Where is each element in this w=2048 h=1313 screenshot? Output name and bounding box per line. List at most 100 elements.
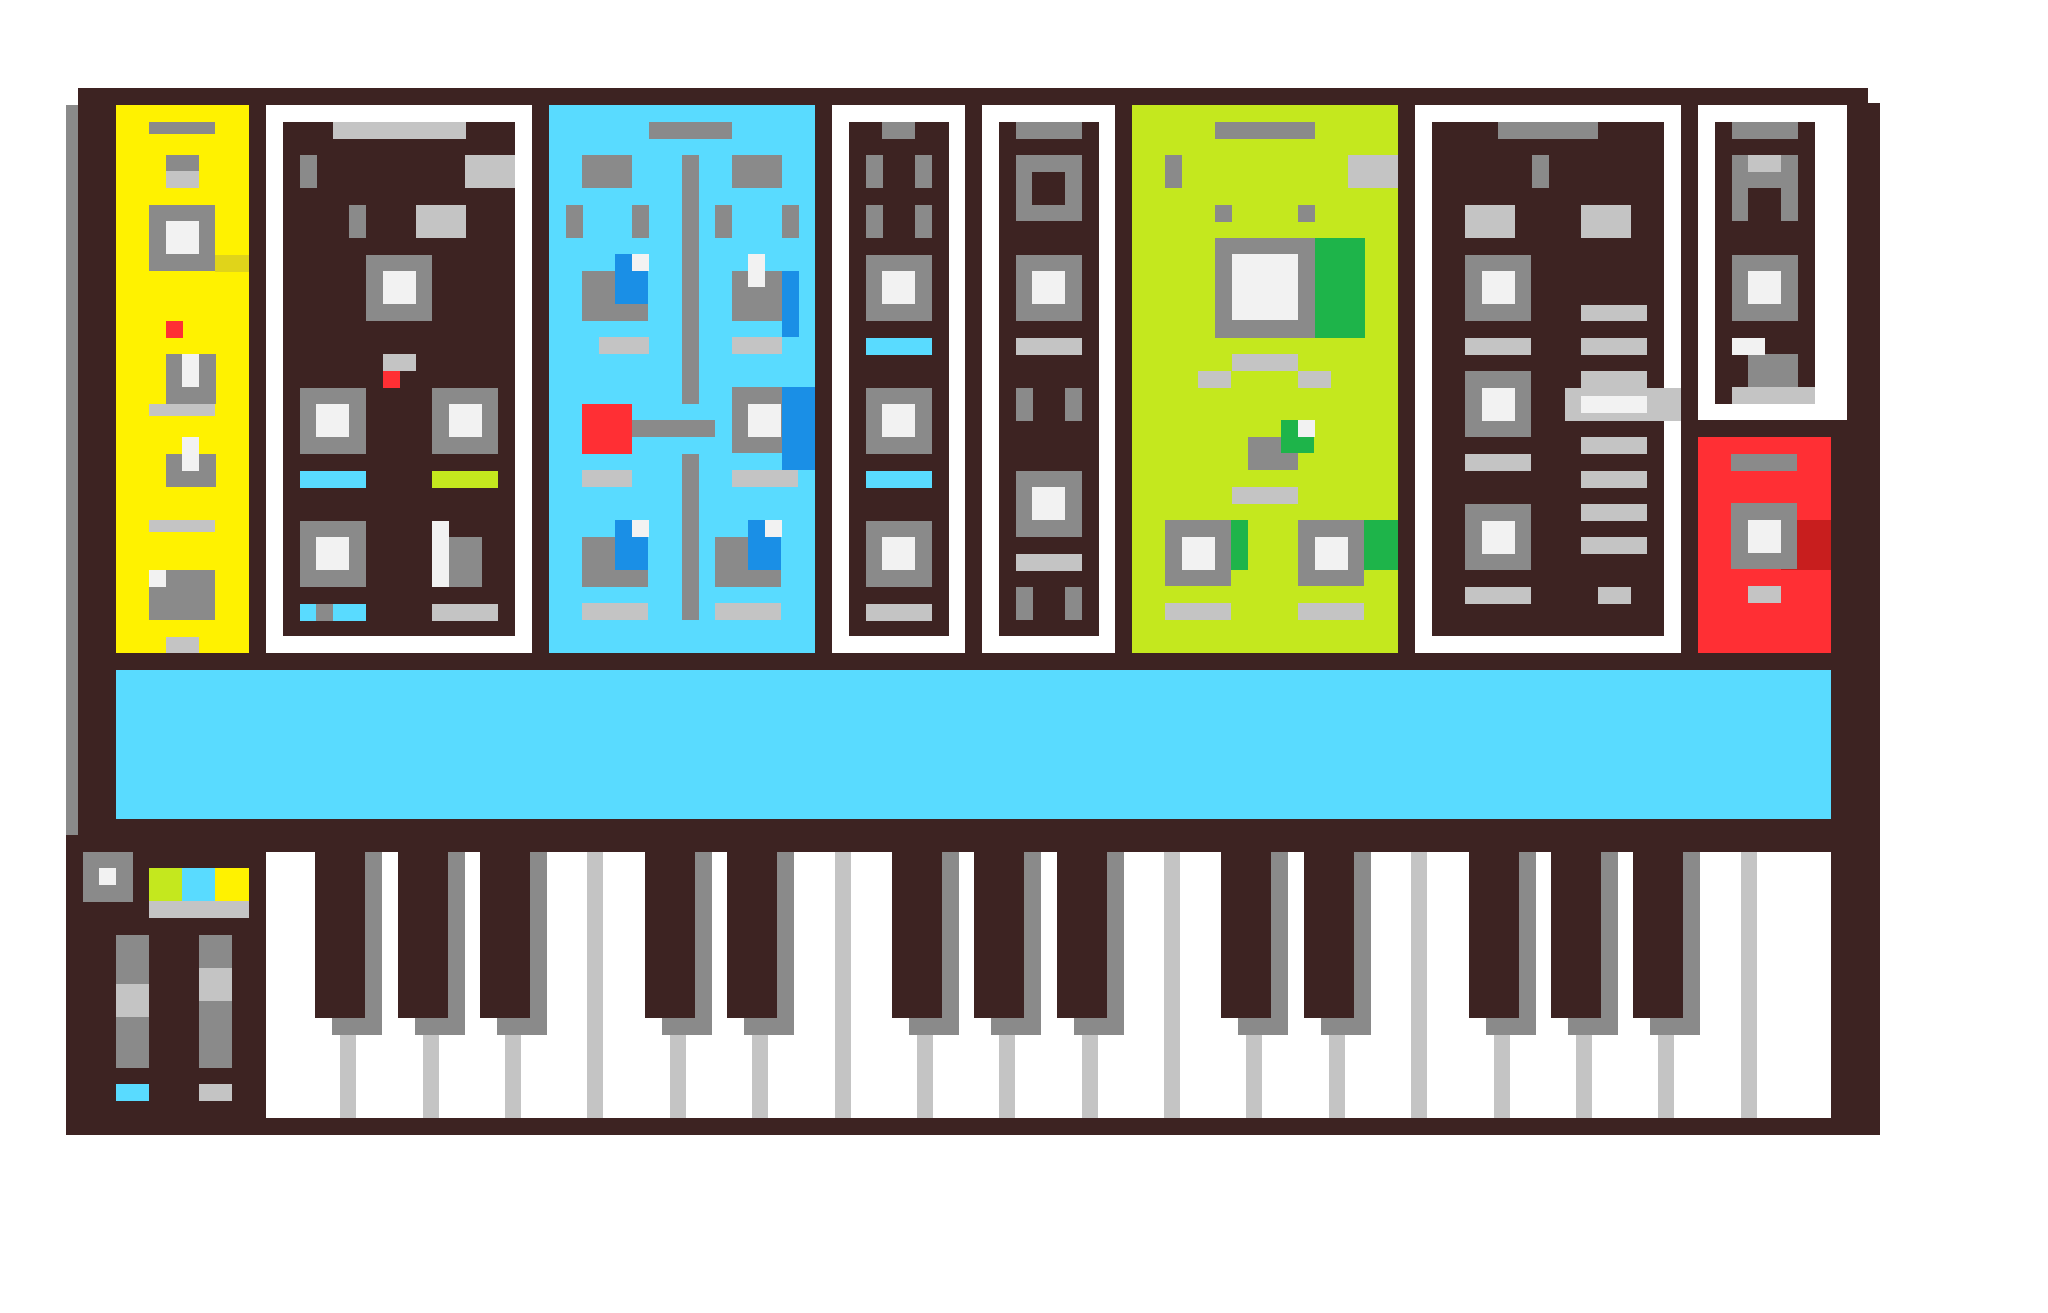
label-bar (1016, 338, 1082, 355)
black-key[interactable] (1633, 852, 1684, 1018)
switch-icon[interactable] (1748, 354, 1798, 387)
level-meter-bar (1581, 504, 1647, 521)
knob-icon-face (1032, 487, 1065, 520)
black-key[interactable] (891, 852, 942, 1018)
label-bar (582, 470, 632, 487)
module-noise (982, 105, 1115, 653)
switch-lever-tip (632, 520, 649, 537)
switch-icon[interactable] (1016, 587, 1033, 620)
level-meter-bar (1581, 537, 1647, 554)
knob-icon-face (882, 537, 915, 570)
knob-icon-face (99, 868, 116, 885)
switch-icon[interactable] (1532, 155, 1549, 188)
white-key[interactable] (1411, 852, 1428, 1118)
white-key[interactable] (587, 852, 604, 1118)
switch-icon[interactable] (1465, 205, 1515, 238)
black-key[interactable] (1468, 852, 1519, 1018)
red-patch-button[interactable] (582, 404, 632, 454)
switch-icon[interactable] (866, 205, 883, 238)
module-title-bar (1215, 122, 1315, 139)
mod-wheel-icon[interactable] (199, 935, 232, 1068)
switch-lever-tip (632, 254, 649, 271)
module-oscillator-bank-1 (266, 105, 532, 653)
label-bar (432, 604, 498, 621)
label-bar (1165, 603, 1231, 620)
black-key[interactable] (1221, 852, 1272, 1018)
switch-icon[interactable] (465, 155, 515, 188)
switch-icon[interactable] (1581, 205, 1631, 238)
switch-icon[interactable] (1016, 388, 1033, 421)
color-swatch-yellow[interactable] (215, 868, 249, 901)
arch-selector-gap (1748, 188, 1781, 221)
switch-icon[interactable] (915, 205, 932, 238)
black-key[interactable] (1056, 852, 1107, 1018)
label-bar (582, 603, 648, 620)
switch-icon[interactable] (1348, 155, 1398, 188)
label-bar (1232, 487, 1298, 504)
switch-icon-cap (166, 171, 199, 188)
black-key[interactable] (727, 852, 778, 1018)
label-bar (166, 637, 199, 653)
switch-icon[interactable] (1065, 388, 1082, 421)
knob-icon-face (882, 271, 915, 304)
black-key[interactable] (1303, 852, 1354, 1018)
swatch-shelf (149, 901, 249, 918)
knob-icon-face (449, 404, 482, 437)
switch-icon[interactable] (782, 205, 799, 238)
switch-icon[interactable] (732, 155, 782, 188)
label-bar (715, 603, 781, 620)
label-bar (1598, 587, 1631, 604)
knob-icon-face (166, 221, 199, 254)
switch-lever (182, 437, 199, 471)
slider-icon-handle (449, 537, 482, 587)
label-bar-cyan (866, 338, 932, 355)
white-key[interactable] (834, 852, 851, 1118)
label-bar-cyan (116, 1084, 149, 1101)
color-swatch-lime[interactable] (149, 868, 182, 901)
switch-icon[interactable] (1065, 587, 1082, 620)
center-patch-line (682, 454, 699, 620)
switch-icon[interactable] (566, 205, 583, 238)
black-key[interactable] (480, 852, 531, 1018)
black-key[interactable] (397, 852, 448, 1018)
switch-icon[interactable] (1165, 155, 1182, 188)
white-key[interactable] (1740, 852, 1757, 1118)
switch-icon[interactable] (915, 155, 932, 188)
switch-icon[interactable] (632, 205, 649, 238)
black-key[interactable] (315, 852, 366, 1018)
label-bar (1232, 354, 1298, 371)
knob-icon-face (1748, 271, 1781, 304)
synth-body-right-lip (1850, 103, 1880, 835)
switch-lever (182, 354, 199, 387)
switch-icon[interactable] (300, 155, 317, 188)
module-inner (1432, 122, 1681, 636)
switch-icon[interactable] (715, 205, 732, 238)
label-bar-cyan (300, 471, 366, 488)
switch-icon[interactable] (582, 155, 632, 188)
switch-icon[interactable] (416, 205, 466, 238)
center-patch-line (682, 155, 699, 404)
white-key[interactable] (1164, 852, 1181, 1118)
switch-icon[interactable] (349, 205, 366, 238)
label-bar (1298, 371, 1331, 388)
module-oscillator-3 (832, 105, 965, 653)
module-title-bar (1731, 454, 1797, 471)
module-inner (1715, 122, 1815, 404)
module-oscillator-bank-2 (549, 105, 815, 653)
black-key[interactable] (974, 852, 1025, 1018)
module-inner (283, 122, 515, 636)
switch-icon[interactable] (866, 155, 883, 188)
module-filter (1132, 105, 1398, 653)
knob-icon-face (1315, 537, 1348, 570)
module-title-bar (649, 122, 732, 139)
label-bar (732, 337, 782, 354)
switch-icon[interactable] (1215, 205, 1232, 222)
knob-icon-face (748, 404, 781, 437)
ribbon-controller[interactable] (116, 670, 1831, 819)
switch-icon[interactable] (1298, 205, 1315, 222)
synthesizer (0, 0, 2048, 1313)
black-key[interactable] (644, 852, 695, 1018)
color-swatch-cyan[interactable] (182, 868, 215, 901)
black-key[interactable] (1550, 852, 1601, 1018)
pitch-wheel-highlight (116, 984, 149, 1017)
